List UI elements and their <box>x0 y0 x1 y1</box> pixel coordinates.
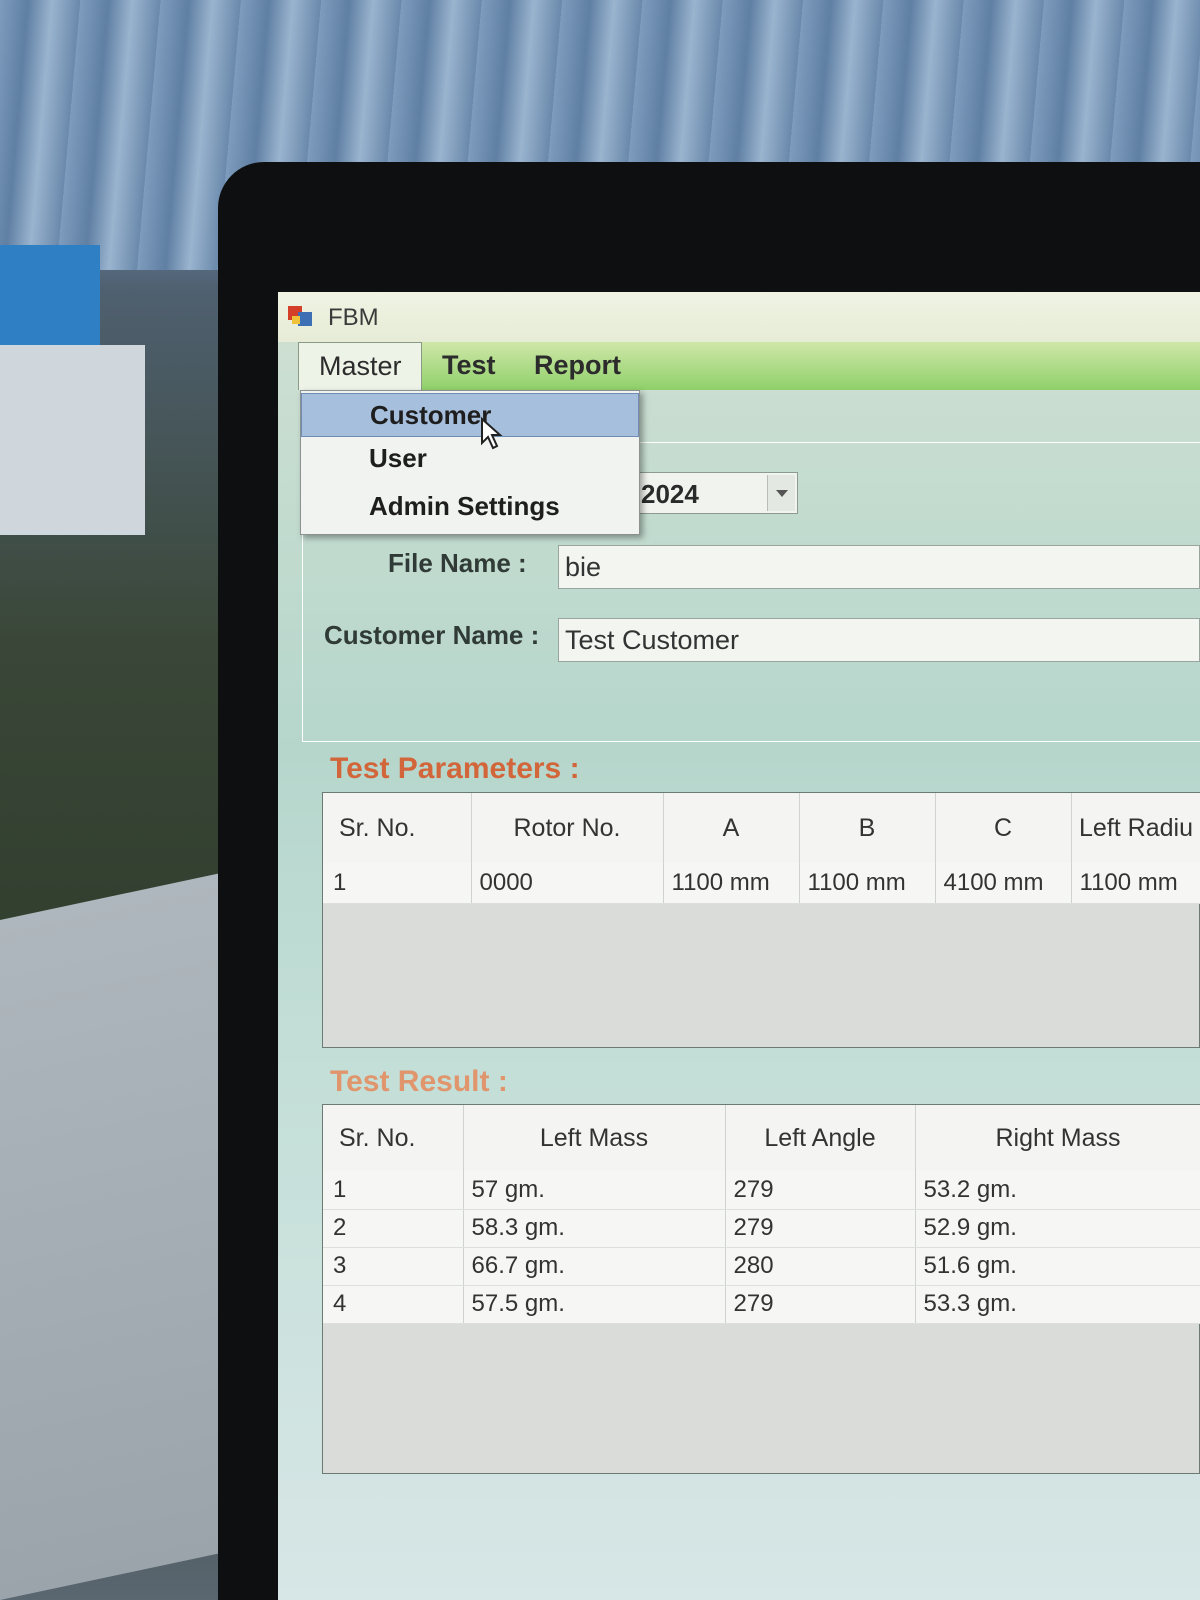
test-result-grid[interactable]: Sr. No. Left Mass Left Angle Right Mass … <box>322 1104 1200 1474</box>
table-cell[interactable]: 2 <box>323 1209 464 1248</box>
table-cell[interactable]: 280 <box>725 1247 916 1286</box>
table-row[interactable]: 2 58.3 gm. 279 52.9 gm. <box>323 1209 1200 1248</box>
date-picker[interactable]: 2024 <box>638 472 798 514</box>
table-cell[interactable]: 57 gm. <box>463 1171 726 1210</box>
column-header[interactable]: Rotor No. <box>471 793 664 863</box>
menu-item-admin-settings[interactable]: Admin Settings <box>301 485 639 529</box>
table-cell[interactable]: 279 <box>725 1285 916 1324</box>
table-cell[interactable]: 53.2 gm. <box>915 1171 1200 1210</box>
test-result-heading: Test Result : <box>330 1065 508 1098</box>
customer-name-value: Test Customer <box>565 625 740 655</box>
column-header[interactable]: Left Radiu <box>1071 793 1200 863</box>
file-name-label: File Name : <box>388 548 527 578</box>
table-cell[interactable]: 4 <box>323 1285 464 1324</box>
menu-master[interactable]: Master <box>298 342 422 390</box>
column-header[interactable]: Left Mass <box>463 1105 726 1171</box>
table-row[interactable]: 3 66.7 gm. 280 51.6 gm. <box>323 1247 1200 1286</box>
chevron-down-icon[interactable] <box>767 475 795 511</box>
table-cell[interactable]: 52.9 gm. <box>915 1209 1200 1248</box>
test-parameters-grid[interactable]: Sr. No. Rotor No. A B C Left Radiu 1 000… <box>322 792 1200 1048</box>
mouse-cursor-icon <box>481 417 503 450</box>
customer-name-select[interactable]: Test Customer <box>558 618 1200 662</box>
table-cell[interactable]: 279 <box>725 1171 916 1210</box>
table-cell[interactable]: 66.7 gm. <box>463 1247 726 1286</box>
table-row[interactable]: 4 57.5 gm. 279 53.3 gm. <box>323 1285 1200 1324</box>
column-header[interactable]: A <box>663 793 800 863</box>
column-header[interactable]: B <box>799 793 936 863</box>
table-cell[interactable]: 1100 mm <box>799 863 936 904</box>
background-blue-box <box>0 245 100 355</box>
menu-item-customer[interactable]: Customer <box>301 393 639 437</box>
table-cell[interactable]: 1100 mm <box>1071 863 1200 904</box>
menu-test[interactable]: Test <box>442 350 496 381</box>
app-window: FBM Master Test Report Customer User Adm… <box>278 292 1200 1600</box>
table-header-row: Sr. No. Left Mass Left Angle Right Mass <box>323 1105 1200 1171</box>
window-title: FBM <box>328 304 379 331</box>
customer-name-label: Customer Name : <box>324 620 540 650</box>
table-header-row: Sr. No. Rotor No. A B C Left Radiu <box>323 793 1200 863</box>
table-cell[interactable]: 51.6 gm. <box>915 1247 1200 1286</box>
table-cell[interactable]: 1 <box>323 863 472 904</box>
app-icon <box>288 306 314 328</box>
table-cell[interactable]: 4100 mm <box>935 863 1072 904</box>
column-header[interactable]: Right Mass <box>915 1105 1200 1171</box>
menu-bar: Master Test Report <box>298 342 1200 390</box>
table-cell[interactable]: 1 <box>323 1171 464 1210</box>
column-header[interactable]: Sr. No. <box>323 1105 464 1171</box>
master-dropdown-menu: Customer User Admin Settings <box>300 390 640 535</box>
table-cell[interactable]: 1100 mm <box>663 863 800 904</box>
table-cell[interactable]: 58.3 gm. <box>463 1209 726 1248</box>
table-row[interactable]: 1 57 gm. 279 53.2 gm. <box>323 1171 1200 1210</box>
column-header[interactable]: Left Angle <box>725 1105 916 1171</box>
table-cell[interactable]: 3 <box>323 1247 464 1286</box>
column-header[interactable]: C <box>935 793 1072 863</box>
test-parameters-heading: Test Parameters : <box>330 752 580 785</box>
table-cell[interactable]: 53.3 gm. <box>915 1285 1200 1324</box>
file-name-input[interactable]: bie <box>558 545 1200 589</box>
title-bar: FBM <box>278 292 1200 342</box>
table-cell[interactable]: 279 <box>725 1209 916 1248</box>
table-cell[interactable]: 0000 <box>471 863 664 904</box>
menu-report[interactable]: Report <box>534 350 621 381</box>
menu-item-user[interactable]: User <box>301 437 639 481</box>
background-white-box <box>0 345 145 535</box>
table-row[interactable]: 1 0000 1100 mm 1100 mm 4100 mm 1100 mm <box>323 863 1200 904</box>
date-value: 2024 <box>641 479 699 509</box>
table-cell[interactable]: 57.5 gm. <box>463 1285 726 1324</box>
column-header[interactable]: Sr. No. <box>323 793 472 863</box>
